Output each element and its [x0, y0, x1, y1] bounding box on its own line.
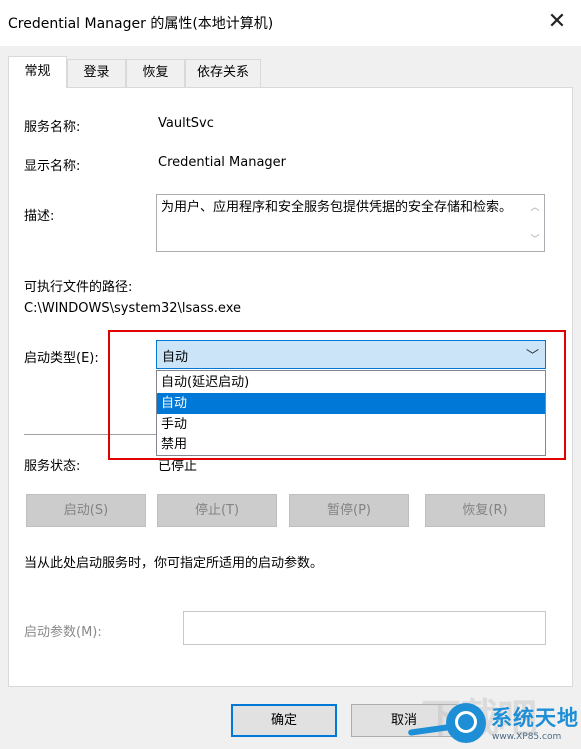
- service-status-value: 已停止: [158, 459, 198, 474]
- service-name-label: 服务名称:: [24, 120, 81, 135]
- scroll-down-icon[interactable]: ﹀: [530, 235, 540, 245]
- start-params-hint: 当从此处启动服务时，你可指定所适用的启动参数。: [24, 556, 324, 571]
- start-button[interactable]: 启动(S): [26, 494, 146, 527]
- stop-button[interactable]: 停止(T): [157, 494, 277, 527]
- description-text: 为用户、应用程序和安全服务包提供凭据的安全存储和检索。: [161, 200, 513, 215]
- description-scrollbar[interactable]: ︿ ﹀: [527, 195, 544, 251]
- watermark-url: www.XP85.com: [492, 732, 562, 742]
- service-status-label: 服务状态:: [24, 459, 81, 474]
- scroll-up-icon[interactable]: ︿: [530, 203, 540, 213]
- watermark-brand: 系统天地: [491, 706, 579, 730]
- tab-logon[interactable]: 登录: [67, 59, 126, 87]
- resume-button[interactable]: 恢复(R): [425, 494, 545, 527]
- window-title: Credential Manager 的属性(本地计算机): [8, 16, 274, 32]
- ok-button[interactable]: 确定: [231, 704, 337, 737]
- option-auto-delayed[interactable]: 自动(延迟启动): [157, 372, 545, 393]
- startup-type-dropdown[interactable]: 自动(延迟启动) 自动 手动 禁用: [156, 370, 546, 456]
- startup-type-label: 启动类型(E):: [24, 351, 99, 366]
- description-label: 描述:: [24, 209, 55, 224]
- display-name-label: 显示名称:: [24, 159, 81, 174]
- startup-type-selected: 自动: [162, 350, 189, 365]
- exe-path-label: 可执行文件的路径:: [24, 280, 133, 295]
- option-manual[interactable]: 手动: [157, 414, 545, 435]
- pause-button[interactable]: 暂停(P): [289, 494, 409, 527]
- start-params-label: 启动参数(M):: [24, 625, 102, 640]
- tab-general[interactable]: 常规: [8, 56, 67, 88]
- service-name-value: VaultSvc: [158, 116, 214, 131]
- tab-recovery[interactable]: 恢复: [126, 59, 185, 87]
- description-field[interactable]: 为用户、应用程序和安全服务包提供凭据的安全存储和检索。 ︿ ﹀: [156, 194, 545, 252]
- title-bar: Credential Manager 的属性(本地计算机) ✕: [0, 0, 581, 46]
- startup-type-select[interactable]: 自动 ﹀: [156, 340, 546, 369]
- watermark-logo-icon: [446, 703, 486, 743]
- start-params-input[interactable]: [183, 611, 546, 645]
- chevron-down-icon[interactable]: ﹀: [526, 345, 539, 364]
- exe-path-value: C:\WINDOWS\system32\lsass.exe: [24, 301, 241, 316]
- close-icon[interactable]: ✕: [543, 8, 571, 36]
- tab-dependencies[interactable]: 依存关系: [185, 59, 261, 87]
- option-disabled[interactable]: 禁用: [157, 434, 545, 455]
- option-auto[interactable]: 自动: [157, 393, 545, 414]
- display-name-value: Credential Manager: [158, 155, 287, 170]
